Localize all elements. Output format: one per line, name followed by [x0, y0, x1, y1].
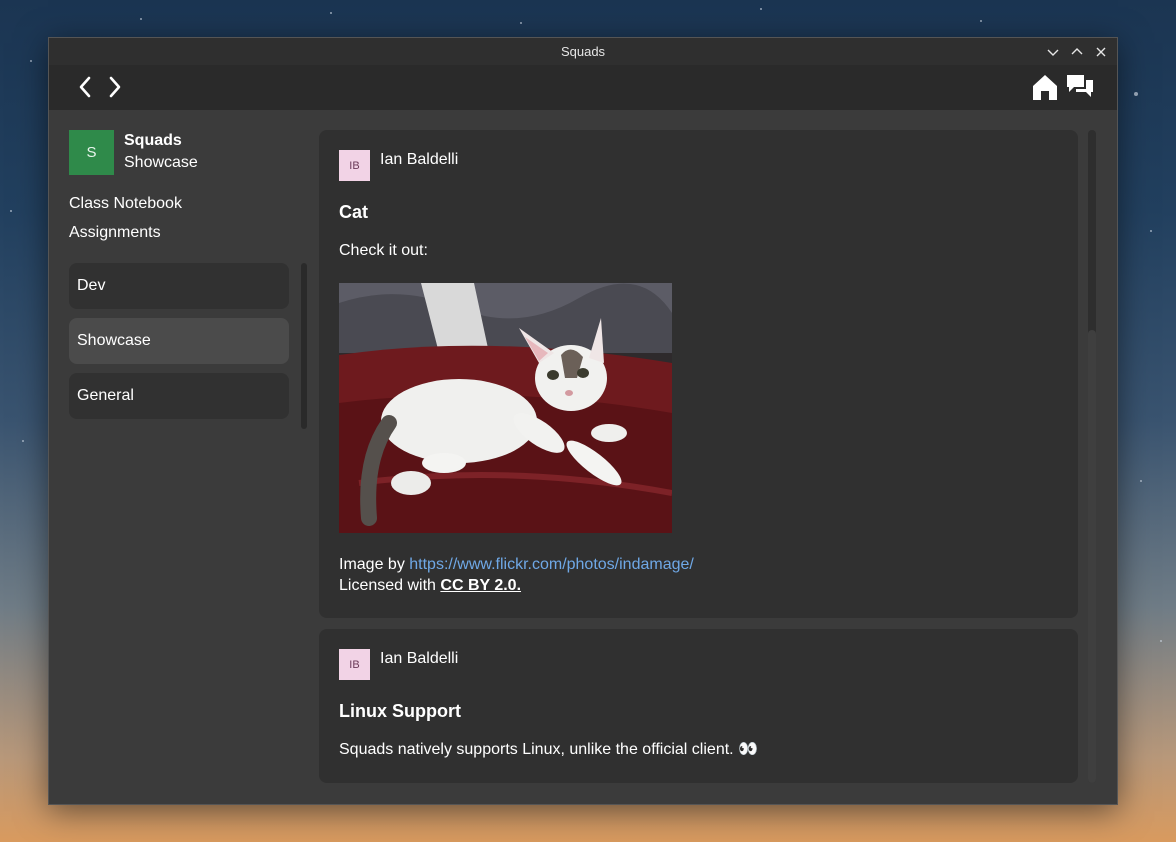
window-controls [1043, 38, 1111, 65]
author-avatar: IB [339, 649, 370, 680]
author-name[interactable]: Ian Baldelli [380, 649, 458, 669]
chevron-left-icon [79, 76, 91, 98]
post-feed: IB Ian Baldelli Cat Check it out: Image … [319, 130, 1078, 794]
post-text: Check it out: [339, 242, 428, 259]
post-text: Squads natively supports Linux, unlike t… [339, 741, 758, 758]
post-author: IB Ian Baldelli [339, 150, 1058, 181]
forward-button[interactable] [101, 73, 129, 101]
post-title: Linux Support [339, 701, 461, 721]
app-window: Squads S Squads Showcase Class Notebook … [48, 37, 1118, 805]
credit-prefix: Image by [339, 556, 410, 573]
post-author: IB Ian Baldelli [339, 649, 1058, 680]
class-notebook-link[interactable]: Class Notebook [69, 189, 309, 218]
post-card: IB Ian Baldelli Linux Support Squads nat… [319, 629, 1078, 783]
author-avatar: IB [339, 150, 370, 181]
feed-scrollbar-thumb[interactable] [1088, 330, 1096, 783]
team-avatar: S [69, 130, 114, 175]
chevron-down-icon [1047, 49, 1059, 56]
team-header[interactable]: S Squads Showcase [69, 130, 309, 175]
credit-url-link[interactable]: https://www.flickr.com/photos/indamage/ [409, 556, 694, 573]
channel-dev[interactable]: Dev [69, 263, 289, 309]
back-button[interactable] [71, 73, 99, 101]
close-button[interactable] [1091, 42, 1111, 62]
post-credit: Image by https://www.flickr.com/photos/i… [339, 554, 1058, 596]
license-prefix: Licensed with [339, 577, 441, 594]
minimize-button[interactable] [1043, 42, 1063, 62]
author-name[interactable]: Ian Baldelli [380, 150, 458, 170]
post-card: IB Ian Baldelli Cat Check it out: Image … [319, 130, 1078, 618]
chevron-up-icon [1071, 47, 1083, 54]
sidebar-scrollbar[interactable] [301, 263, 307, 429]
home-icon [1033, 75, 1057, 100]
chevron-right-icon [109, 76, 121, 98]
channel-showcase[interactable]: Showcase [69, 318, 289, 364]
post-title: Cat [339, 202, 369, 222]
chat-button[interactable] [1066, 73, 1094, 101]
cat-photo[interactable] [339, 283, 672, 533]
team-name: Squads [124, 132, 182, 149]
chat-icon [1067, 75, 1093, 97]
feed-scrollbar[interactable] [1088, 130, 1096, 783]
window-title: Squads [560, 44, 606, 59]
channel-general[interactable]: General [69, 373, 289, 419]
toolbar [49, 65, 1117, 110]
team-subtitle: Showcase [124, 154, 198, 171]
home-button[interactable] [1031, 73, 1059, 101]
title-bar[interactable]: Squads [49, 38, 1117, 65]
maximize-button[interactable] [1067, 42, 1087, 62]
sidebar: S Squads Showcase Class Notebook Assignm… [69, 130, 309, 804]
close-icon [1096, 47, 1106, 56]
license-link[interactable]: CC BY 2.0. [440, 577, 521, 594]
assignments-link[interactable]: Assignments [69, 218, 309, 247]
channel-list: Dev Showcase General [69, 263, 289, 428]
